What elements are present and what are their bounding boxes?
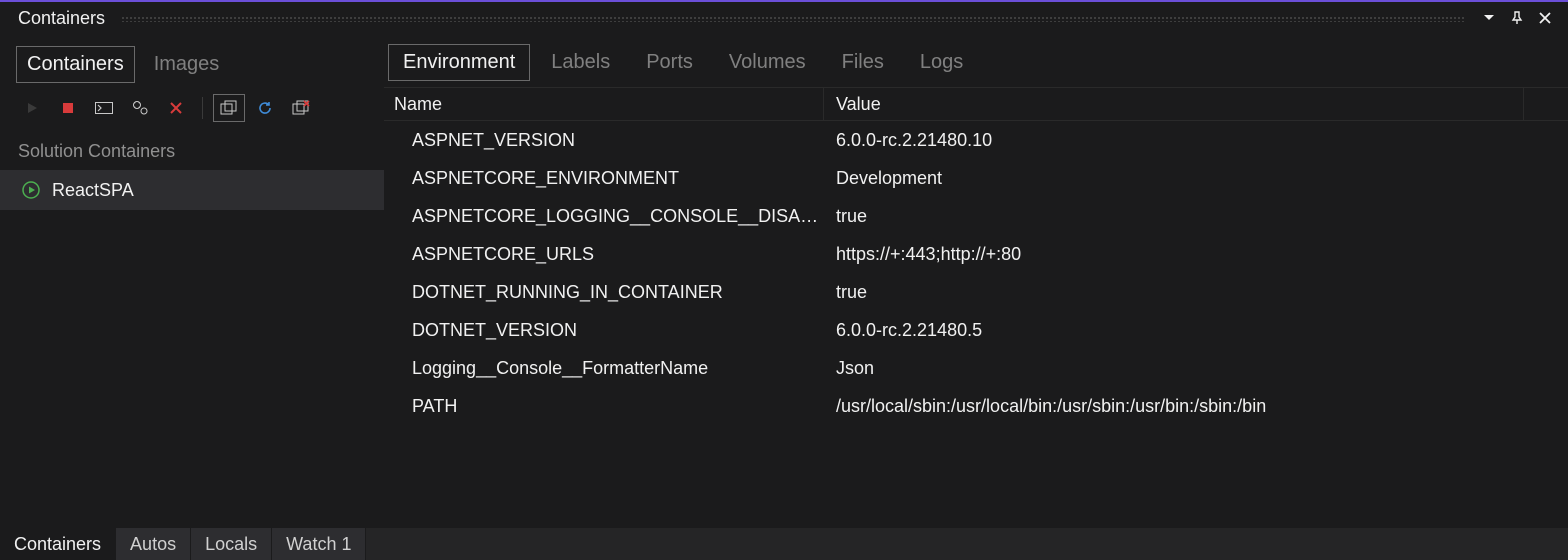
table-row[interactable]: ASPNETCORE_ENVIRONMENTDevelopment xyxy=(384,159,1568,197)
env-value: true xyxy=(824,282,1568,303)
table-row[interactable]: ASPNETCORE_URLShttps://+:443;http://+:80 xyxy=(384,235,1568,273)
column-header-extra xyxy=(1524,88,1568,120)
env-value: /usr/local/sbin:/usr/local/bin:/usr/sbin… xyxy=(824,396,1568,417)
table-row[interactable]: ASPNETCORE_LOGGING__CONSOLE__DISA…true xyxy=(384,197,1568,235)
tab-environment[interactable]: Environment xyxy=(388,44,530,81)
table-row[interactable]: PATH/usr/local/sbin:/usr/local/bin:/usr/… xyxy=(384,387,1568,425)
env-value: 6.0.0-rc.2.21480.5 xyxy=(824,320,1568,341)
stop-button[interactable] xyxy=(52,94,84,122)
tab-logs[interactable]: Logs xyxy=(905,44,978,81)
start-button[interactable] xyxy=(16,94,48,122)
toolbar-separator xyxy=(202,97,203,119)
sidebar-tab-containers[interactable]: Containers xyxy=(16,46,135,83)
content-area: Environment Labels Ports Volumes Files L… xyxy=(384,34,1568,528)
env-name: Logging__Console__FormatterName xyxy=(384,358,824,379)
panel-title: Containers xyxy=(18,8,105,29)
panel-title-bar: Containers xyxy=(0,2,1568,34)
container-list: ReactSPA xyxy=(0,170,384,210)
column-header-value[interactable]: Value xyxy=(824,88,1524,120)
running-icon xyxy=(22,181,40,199)
tab-files[interactable]: Files xyxy=(827,44,899,81)
column-header-name[interactable]: Name xyxy=(384,88,824,120)
sidebar-toolbar xyxy=(0,89,384,129)
sidebar-tab-images[interactable]: Images xyxy=(143,46,231,83)
settings-button[interactable] xyxy=(124,94,156,122)
bottom-tab-autos[interactable]: Autos xyxy=(116,528,191,560)
bottom-tab-watch1[interactable]: Watch 1 xyxy=(272,528,366,560)
table-row[interactable]: Logging__Console__FormatterNameJson xyxy=(384,349,1568,387)
env-value: 6.0.0-rc.2.21480.10 xyxy=(824,130,1568,151)
env-value: https://+:443;http://+:80 xyxy=(824,244,1568,265)
content-tabs: Environment Labels Ports Volumes Files L… xyxy=(384,34,1568,87)
containers-panel: Containers Containers Images xyxy=(0,0,1568,560)
env-name: DOTNET_RUNNING_IN_CONTAINER xyxy=(384,282,824,303)
bottom-tabstrip-rest xyxy=(366,528,1568,560)
prune-button[interactable] xyxy=(285,94,317,122)
bottom-tabstrip: Containers Autos Locals Watch 1 xyxy=(0,528,1568,560)
refresh-button[interactable] xyxy=(249,94,281,122)
section-label: Solution Containers xyxy=(0,129,384,170)
env-name: ASPNET_VERSION xyxy=(384,130,824,151)
env-name: ASPNETCORE_URLS xyxy=(384,244,824,265)
env-name: ASPNETCORE_ENVIRONMENT xyxy=(384,168,824,189)
terminal-button[interactable] xyxy=(88,94,120,122)
env-name: ASPNETCORE_LOGGING__CONSOLE__DISA… xyxy=(384,206,824,227)
dropdown-icon[interactable] xyxy=(1482,11,1496,25)
table-row[interactable]: DOTNET_RUNNING_IN_CONTAINERtrue xyxy=(384,273,1568,311)
pin-icon[interactable] xyxy=(1510,11,1524,25)
env-value: Json xyxy=(824,358,1568,379)
panel-window-controls xyxy=(1482,11,1552,25)
main-area: Containers Images xyxy=(0,34,1568,528)
close-icon[interactable] xyxy=(1538,11,1552,25)
show-all-button[interactable] xyxy=(213,94,245,122)
grid-header: Name Value xyxy=(384,87,1568,121)
container-item-reactspa[interactable]: ReactSPA xyxy=(0,170,384,210)
env-value: true xyxy=(824,206,1568,227)
bottom-tab-locals[interactable]: Locals xyxy=(191,528,272,560)
tab-volumes[interactable]: Volumes xyxy=(714,44,821,81)
tab-labels[interactable]: Labels xyxy=(536,44,625,81)
env-value: Development xyxy=(824,168,1568,189)
panel-grip[interactable] xyxy=(121,16,1466,22)
sidebar-tabs: Containers Images xyxy=(0,36,384,89)
env-name: PATH xyxy=(384,396,824,417)
sidebar: Containers Images xyxy=(0,34,384,528)
table-row[interactable]: ASPNET_VERSION6.0.0-rc.2.21480.10 xyxy=(384,121,1568,159)
grid-body: ASPNET_VERSION6.0.0-rc.2.21480.10ASPNETC… xyxy=(384,121,1568,528)
env-name: DOTNET_VERSION xyxy=(384,320,824,341)
delete-button[interactable] xyxy=(160,94,192,122)
container-name: ReactSPA xyxy=(52,180,134,201)
tab-ports[interactable]: Ports xyxy=(631,44,708,81)
bottom-tab-containers[interactable]: Containers xyxy=(0,528,116,560)
table-row[interactable]: DOTNET_VERSION6.0.0-rc.2.21480.5 xyxy=(384,311,1568,349)
